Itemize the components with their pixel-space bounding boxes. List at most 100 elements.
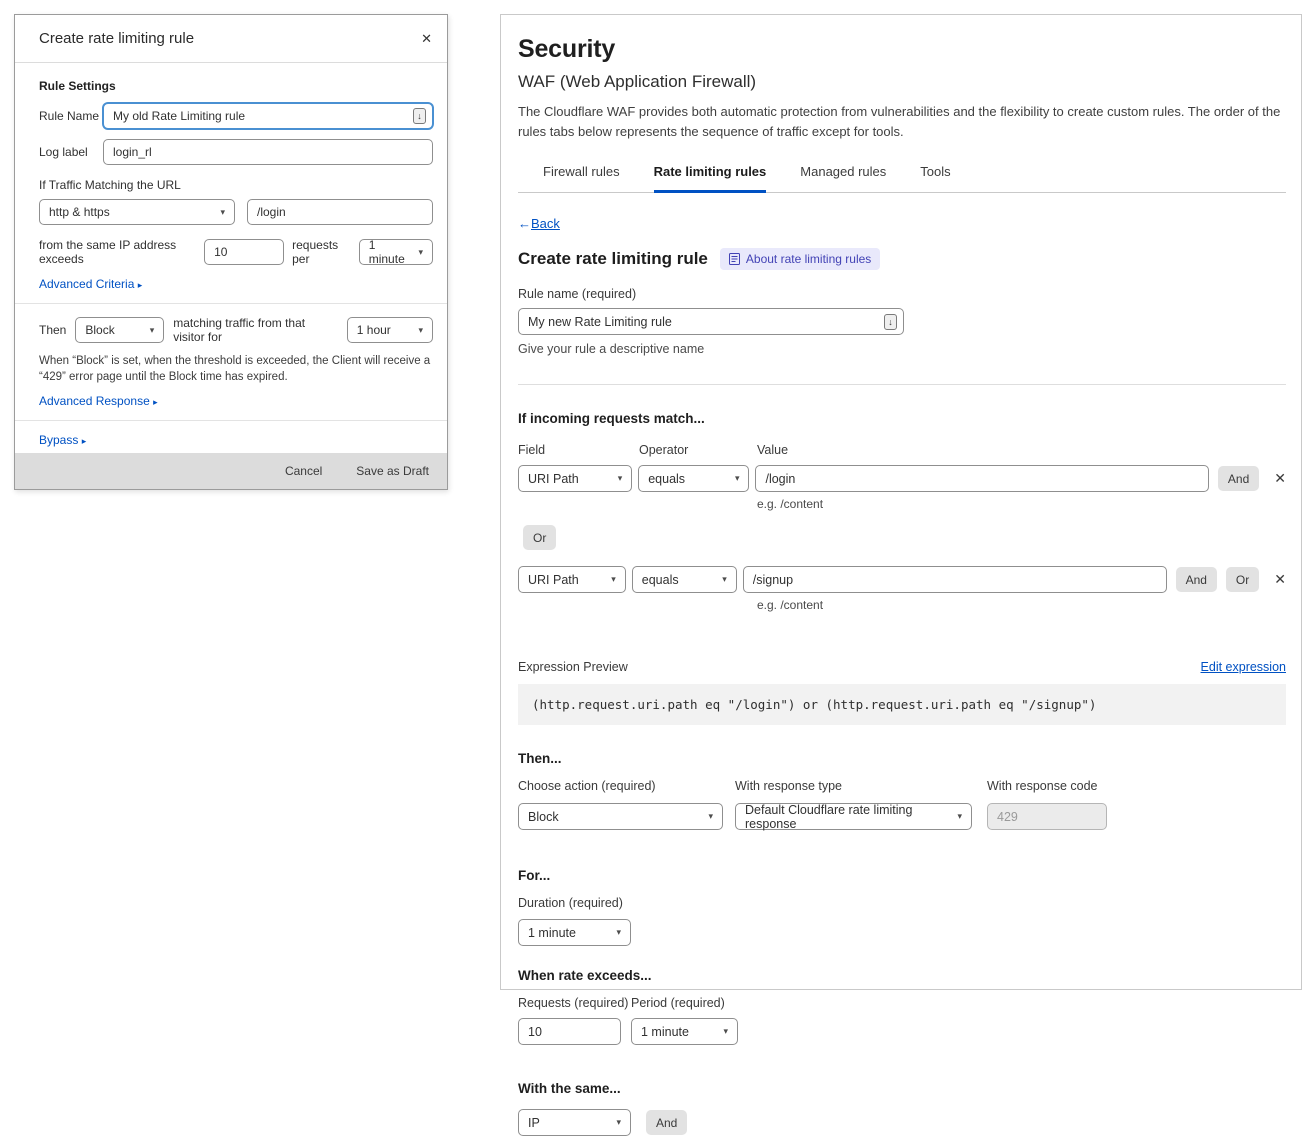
block-duration-value: 1 hour bbox=[357, 323, 391, 337]
characteristic-select[interactable]: IP ▾ bbox=[518, 1109, 631, 1136]
chevron-down-icon: ▾ bbox=[418, 247, 423, 258]
period-select[interactable]: 1 minute ▾ bbox=[359, 239, 433, 265]
field-select[interactable]: URI Path ▾ bbox=[518, 465, 632, 492]
then-suffix-text: matching traffic from that visitor for bbox=[173, 316, 338, 344]
action-select[interactable]: Block ▾ bbox=[75, 317, 164, 343]
period-select-value: 1 minute bbox=[369, 238, 411, 266]
field-select[interactable]: URI Path ▾ bbox=[518, 566, 626, 593]
modal-body: Rule Settings Rule Name ↓ Log label If T… bbox=[15, 63, 447, 447]
about-rate-limiting-badge[interactable]: About rate limiting rules bbox=[720, 248, 880, 270]
threshold-row: from the same IP address exceeds request… bbox=[39, 238, 433, 266]
autofill-icon[interactable]: ↓ bbox=[413, 108, 426, 124]
remove-condition-icon[interactable]: ✕ bbox=[1274, 571, 1286, 588]
then-prefix-text: Then bbox=[39, 323, 66, 337]
tab-firewall-rules[interactable]: Firewall rules bbox=[543, 155, 620, 193]
triangle-right-icon: ▸ bbox=[82, 436, 87, 446]
log-label-input[interactable] bbox=[103, 139, 433, 165]
match-heading: If incoming requests match... bbox=[518, 411, 1286, 426]
condition-row: URI Path ▾ equals ▾ And ✕ bbox=[518, 465, 1286, 492]
save-as-draft-button[interactable]: Save as Draft bbox=[356, 464, 429, 478]
and-button[interactable]: And bbox=[1176, 567, 1217, 592]
or-button[interactable]: Or bbox=[523, 525, 556, 550]
value-input[interactable] bbox=[755, 465, 1208, 492]
block-duration-select[interactable]: 1 hour ▾ bbox=[347, 317, 433, 343]
response-code-input bbox=[987, 803, 1107, 830]
close-icon[interactable]: ✕ bbox=[421, 32, 432, 45]
rate-period-select[interactable]: 1 minute ▾ bbox=[631, 1018, 738, 1045]
and-button[interactable]: And bbox=[1218, 466, 1259, 491]
triangle-right-icon: ▸ bbox=[138, 280, 143, 290]
advanced-criteria-link[interactable]: Advanced Criteria ▸ bbox=[39, 277, 142, 291]
response-type-select[interactable]: Default Cloudflare rate limiting respons… bbox=[735, 803, 972, 830]
tab-rate-limiting-rules[interactable]: Rate limiting rules bbox=[654, 155, 767, 193]
chevron-down-icon: ▾ bbox=[723, 1026, 728, 1037]
log-label-row: Log label bbox=[39, 139, 433, 165]
scheme-select[interactable]: http & https ▾ bbox=[39, 199, 235, 225]
then-row: Then Block ▾ matching traffic from that … bbox=[39, 316, 433, 344]
for-heading: For... bbox=[518, 868, 1286, 883]
modal-title: Create rate limiting rule bbox=[39, 30, 194, 47]
or-button[interactable]: Or bbox=[1226, 567, 1259, 592]
choose-action-select[interactable]: Block ▾ bbox=[518, 803, 723, 830]
rate-heading: When rate exceeds... bbox=[518, 968, 1286, 983]
modal-footer: Cancel Save as Draft bbox=[15, 453, 447, 489]
expression-preview-label: Expression Preview bbox=[518, 660, 628, 674]
rule-name-label: Rule name (required) bbox=[518, 287, 1286, 301]
operator-column-label: Operator bbox=[639, 443, 757, 457]
chevron-down-icon: ▾ bbox=[418, 325, 423, 336]
autofill-icon[interactable]: ↓ bbox=[884, 314, 897, 330]
tab-tools[interactable]: Tools bbox=[920, 155, 950, 193]
expression-preview-box: (http.request.uri.path eq "/login") or (… bbox=[518, 684, 1286, 725]
chevron-down-icon: ▾ bbox=[611, 574, 616, 585]
edit-expression-link[interactable]: Edit expression bbox=[1201, 660, 1286, 674]
value-hint: e.g. /content bbox=[757, 497, 1286, 511]
value-column-label: Value bbox=[757, 443, 788, 457]
page-title: Security bbox=[518, 35, 1286, 64]
chevron-down-icon: ▾ bbox=[618, 473, 623, 484]
scheme-select-value: http & https bbox=[49, 205, 110, 219]
advanced-response-link[interactable]: Advanced Response ▸ bbox=[39, 394, 158, 408]
chevron-down-icon: ▾ bbox=[150, 325, 155, 336]
requests-input[interactable] bbox=[518, 1018, 621, 1045]
security-waf-panel: Security WAF (Web Application Firewall) … bbox=[500, 14, 1302, 990]
chevron-down-icon: ▾ bbox=[735, 473, 740, 484]
traffic-match-heading: If Traffic Matching the URL bbox=[39, 178, 433, 192]
duration-select[interactable]: 1 minute ▾ bbox=[518, 919, 631, 946]
requests-count-input[interactable] bbox=[204, 239, 284, 265]
and-characteristic-button[interactable]: And bbox=[646, 1110, 687, 1135]
value-input[interactable] bbox=[743, 566, 1167, 593]
back-link[interactable]: ←Back bbox=[518, 216, 560, 231]
rule-settings-heading: Rule Settings bbox=[39, 79, 433, 93]
operator-select[interactable]: equals ▾ bbox=[632, 566, 737, 593]
page-description: The Cloudflare WAF provides both automat… bbox=[518, 102, 1286, 141]
waf-tabs: Firewall rules Rate limiting rules Manag… bbox=[518, 155, 1286, 193]
chevron-down-icon: ▾ bbox=[220, 207, 225, 218]
rule-name-input[interactable] bbox=[518, 308, 904, 335]
action-select-value: Block bbox=[85, 323, 114, 337]
rule-name-help: Give your rule a descriptive name bbox=[518, 342, 1286, 356]
log-label-label: Log label bbox=[39, 145, 103, 159]
modal-header: Create rate limiting rule ✕ bbox=[15, 15, 447, 63]
operator-select[interactable]: equals ▾ bbox=[638, 465, 749, 492]
chevron-down-icon: ▾ bbox=[708, 811, 713, 822]
legacy-rate-limit-modal: Create rate limiting rule ✕ Rule Setting… bbox=[14, 14, 448, 490]
remove-condition-icon[interactable]: ✕ bbox=[1274, 470, 1286, 487]
period-label: Period (required) bbox=[631, 996, 725, 1010]
condition-row: URI Path ▾ equals ▾ And Or ✕ bbox=[518, 566, 1286, 593]
cancel-button[interactable]: Cancel bbox=[285, 464, 322, 478]
block-note-text: When “Block” is set, when the threshold … bbox=[39, 353, 433, 386]
divider bbox=[518, 384, 1286, 385]
rule-name-input[interactable] bbox=[103, 103, 433, 129]
field-column-label: Field bbox=[518, 443, 639, 457]
rule-name-row: Rule Name ↓ bbox=[39, 103, 433, 129]
divider bbox=[15, 420, 447, 421]
requests-label: Requests (required) bbox=[518, 996, 631, 1010]
chevron-down-icon: ▾ bbox=[722, 574, 727, 585]
rule-name-label: Rule Name bbox=[39, 109, 103, 123]
back-arrow-icon: ← bbox=[518, 216, 531, 231]
scheme-url-row: http & https ▾ bbox=[39, 199, 433, 225]
bypass-link[interactable]: Bypass ▸ bbox=[39, 433, 86, 447]
then-heading: Then... bbox=[518, 751, 1286, 766]
url-input[interactable] bbox=[247, 199, 433, 225]
tab-managed-rules[interactable]: Managed rules bbox=[800, 155, 886, 193]
